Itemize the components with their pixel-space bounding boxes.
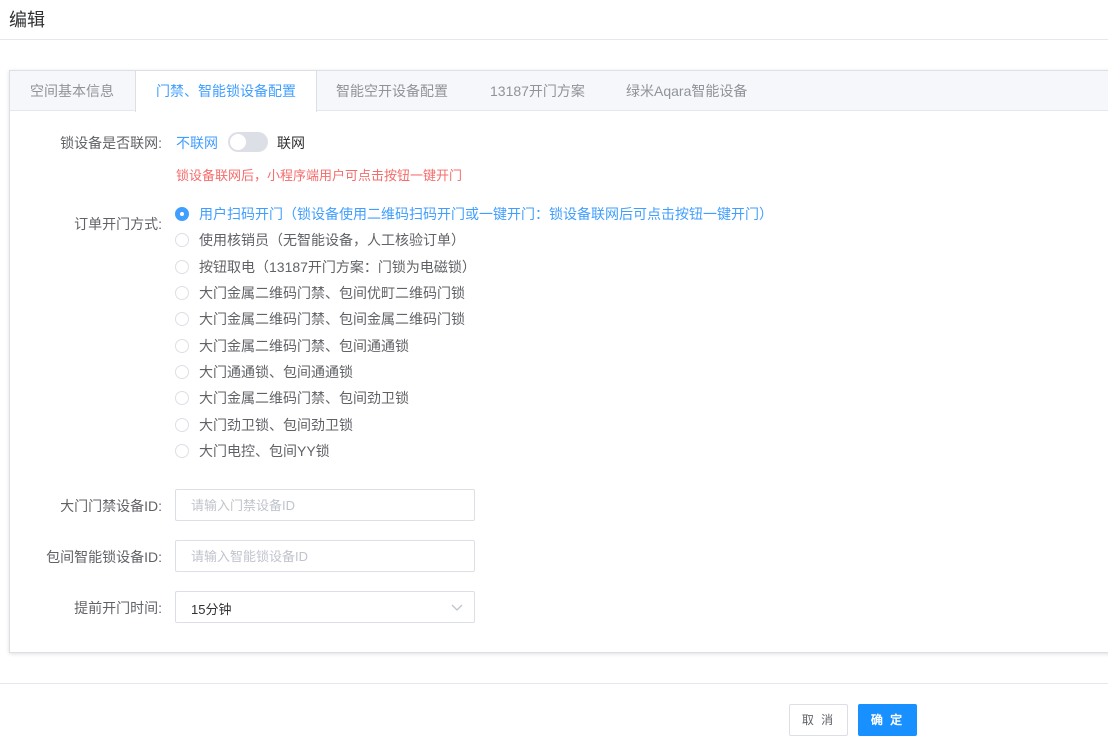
- tab-13187-plan[interactable]: 13187开门方案: [470, 71, 605, 111]
- radio-option[interactable]: 大门金属二维码门禁、包间劲卫锁: [175, 389, 409, 407]
- switch-off-text[interactable]: 不联网: [176, 133, 218, 153]
- open-method-label: 订单开门方式:: [74, 216, 162, 232]
- radio-option[interactable]: 使用核销员（无智能设备，人工核验订单）: [175, 231, 465, 249]
- radio-option-label: 大门电控、包间YY锁: [199, 443, 330, 459]
- cancel-button[interactable]: 取 消: [789, 704, 848, 736]
- toggle-knob: [230, 134, 246, 150]
- radio-option[interactable]: 用户扫码开门（锁设备使用二维码扫码开门或一键开门：锁设备联网后可点击按钮一键开门…: [175, 205, 773, 223]
- radio-option-label: 按钮取电（13187开门方案：门锁为电磁锁）: [199, 259, 476, 275]
- radio-option[interactable]: 大门劲卫锁、包间劲卫锁: [175, 416, 353, 434]
- dialog-header: 编辑: [0, 0, 1108, 40]
- gate-id-label: 大门门禁设备ID:: [60, 498, 162, 514]
- tab-breaker-config[interactable]: 智能空开设备配置: [316, 71, 468, 111]
- radio-option[interactable]: 按钮取电（13187开门方案：门锁为电磁锁）: [175, 258, 476, 276]
- gate-id-input[interactable]: [175, 489, 475, 521]
- radio-option[interactable]: 大门金属二维码门禁、包间优町二维码门锁: [175, 284, 465, 302]
- radio-option[interactable]: 大门金属二维码门禁、包间通通锁: [175, 337, 409, 355]
- radio-unchecked-icon: [175, 418, 189, 432]
- footer-divider: [0, 683, 1108, 684]
- room-lock-id-label: 包间智能锁设备ID:: [46, 549, 162, 565]
- radio-option-label: 大门金属二维码门禁、包间优町二维码门锁: [199, 285, 465, 301]
- radio-option-label: 使用核销员（无智能设备，人工核验订单）: [199, 232, 465, 248]
- radio-option-label: 大门金属二维码门禁、包间金属二维码门锁: [199, 311, 465, 327]
- radio-unchecked-icon: [175, 286, 189, 300]
- radio-option[interactable]: 大门电控、包间YY锁: [175, 442, 330, 460]
- radio-option-label: 大门劲卫锁、包间劲卫锁: [199, 417, 353, 433]
- switch-on-text[interactable]: 联网: [277, 133, 305, 153]
- radio-unchecked-icon: [175, 233, 189, 247]
- radio-option-label: 用户扫码开门（锁设备使用二维码扫码开门或一键开门：锁设备联网后可点击按钮一键开门…: [199, 206, 773, 222]
- radio-option[interactable]: 大门通通锁、包间通通锁: [175, 363, 353, 381]
- tab-aqara-devices[interactable]: 绿米Aqara智能设备: [606, 71, 767, 111]
- radio-option-label: 大门通通锁、包间通通锁: [199, 364, 353, 380]
- radio-unchecked-icon: [175, 444, 189, 458]
- radio-option-label: 大门金属二维码门禁、包间通通锁: [199, 338, 409, 354]
- network-label: 锁设备是否联网:: [60, 135, 162, 151]
- radio-option-label: 大门金属二维码门禁、包间劲卫锁: [199, 390, 409, 406]
- advance-time-value: 15分钟: [191, 602, 232, 617]
- tab-basic-info[interactable]: 空间基本信息: [10, 71, 134, 111]
- tab-bar: 空间基本信息 门禁、智能锁设备配置 智能空开设备配置 13187开门方案 绿米A…: [10, 71, 1108, 112]
- advance-time-select[interactable]: 15分钟: [175, 591, 475, 623]
- tab-lock-config[interactable]: 门禁、智能锁设备配置: [135, 71, 317, 112]
- network-toggle[interactable]: [228, 132, 268, 152]
- radio-checked-icon: [175, 207, 189, 221]
- network-hint: 锁设备联网后，小程序端用户可点击按钮一键开门: [176, 168, 463, 183]
- radio-unchecked-icon: [175, 312, 189, 326]
- radio-unchecked-icon: [175, 391, 189, 405]
- radio-unchecked-icon: [175, 365, 189, 379]
- chevron-down-icon: [451, 604, 463, 611]
- dialog-title: 编辑: [9, 10, 45, 30]
- config-card: 空间基本信息 门禁、智能锁设备配置 智能空开设备配置 13187开门方案 绿米A…: [9, 70, 1108, 653]
- advance-time-label: 提前开门时间:: [74, 600, 162, 616]
- radio-unchecked-icon: [175, 260, 189, 274]
- radio-option[interactable]: 大门金属二维码门禁、包间金属二维码门锁: [175, 310, 465, 328]
- room-lock-id-input[interactable]: [175, 540, 475, 572]
- radio-unchecked-icon: [175, 339, 189, 353]
- confirm-button[interactable]: 确 定: [858, 704, 917, 736]
